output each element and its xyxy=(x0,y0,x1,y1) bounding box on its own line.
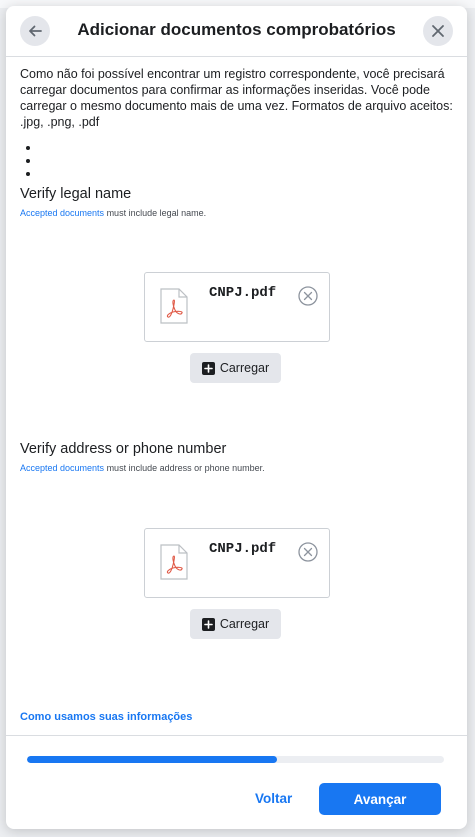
next-button[interactable]: Avançar xyxy=(319,783,441,815)
pdf-icon xyxy=(160,288,188,324)
upload-documents-dialog: Adicionar documentos comprobatórios Como… xyxy=(6,6,467,829)
remove-file-icon[interactable] xyxy=(298,286,318,306)
plus-icon xyxy=(201,361,215,375)
back-link-button[interactable]: Voltar xyxy=(255,791,292,806)
progress-fill xyxy=(27,756,278,763)
file-name: CNPJ.pdf xyxy=(209,541,277,557)
bullet xyxy=(26,172,30,176)
back-button[interactable] xyxy=(20,16,50,46)
accepted-documents-link[interactable]: Accepted documents xyxy=(20,463,104,473)
upload-button-label: Carregar xyxy=(219,617,270,631)
upload-button[interactable]: Carregar xyxy=(190,353,281,383)
close-icon xyxy=(432,25,444,37)
pdf-icon xyxy=(160,544,188,580)
section-title-legal-name: Verify legal name xyxy=(20,186,132,202)
close-button[interactable] xyxy=(423,16,453,46)
plus-icon xyxy=(201,617,215,631)
how-we-use-info-link[interactable]: Como usamos suas informações xyxy=(20,711,192,723)
section-note-text: must include legal name. xyxy=(104,208,207,218)
intro-text: Como não foi possível encontrar um regis… xyxy=(20,67,453,129)
footer-divider xyxy=(6,735,467,736)
accepted-documents-link[interactable]: Accepted documents xyxy=(20,208,104,218)
uploaded-file-card: CNPJ.pdf xyxy=(144,528,330,598)
uploaded-file-card: CNPJ.pdf xyxy=(144,272,330,342)
section-title-address-phone: Verify address or phone number xyxy=(20,441,227,457)
upload-button-label: Carregar xyxy=(219,361,270,375)
section-note-legal-name: Accepted documents must include legal na… xyxy=(20,208,206,218)
bullet xyxy=(26,146,30,150)
section-note-address-phone: Accepted documents must include address … xyxy=(20,463,265,473)
arrow-left-icon xyxy=(29,25,42,37)
dialog-title: Adicionar documentos comprobatórios xyxy=(77,20,396,39)
bullet-list xyxy=(26,146,30,185)
file-name: CNPJ.pdf xyxy=(209,285,277,301)
section-note-text: must include address or phone number. xyxy=(104,463,265,473)
progress-bar xyxy=(27,756,444,763)
remove-file-icon[interactable] xyxy=(298,542,318,562)
upload-button[interactable]: Carregar xyxy=(190,609,281,639)
bullet xyxy=(26,159,30,163)
dialog-header: Adicionar documentos comprobatórios xyxy=(6,6,467,57)
